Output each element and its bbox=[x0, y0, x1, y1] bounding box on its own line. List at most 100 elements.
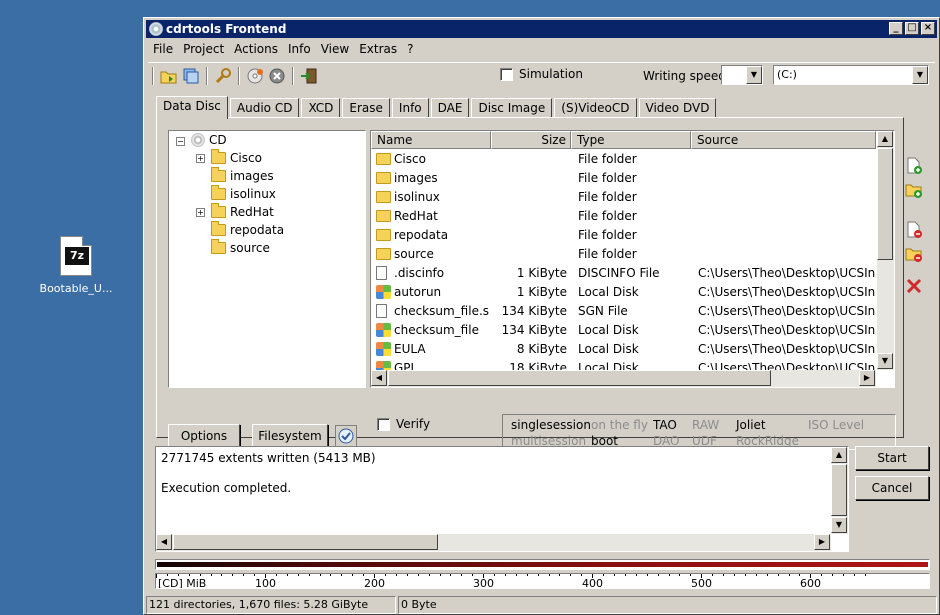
title-bar[interactable]: cdrtools Frontend _ □ × bbox=[146, 20, 937, 38]
scroll-up-icon[interactable]: ▲ bbox=[877, 131, 893, 147]
filesystem-button[interactable]: Filesystem bbox=[252, 424, 328, 448]
tab-erase[interactable]: Erase bbox=[342, 98, 390, 118]
simulation-toggle[interactable]: Simulation bbox=[500, 67, 583, 81]
table-row[interactable]: .discinfo 1 KiByte DISCINFO File C:\Users\T… bbox=[371, 264, 876, 283]
save-project-icon[interactable] bbox=[182, 67, 200, 85]
simulation-checkbox[interactable] bbox=[500, 68, 513, 81]
tab-svideocd[interactable]: (S)VideoCD bbox=[554, 98, 637, 118]
table-row[interactable]: Cisco File folder bbox=[371, 150, 876, 169]
menu-info[interactable]: Info bbox=[283, 40, 316, 58]
menu-view[interactable]: View bbox=[316, 40, 354, 58]
scroll-left-icon[interactable]: ◀ bbox=[371, 370, 387, 386]
scroll-thumb[interactable] bbox=[877, 148, 893, 260]
table-row[interactable]: isolinux File folder bbox=[371, 188, 876, 207]
menu-extras[interactable]: Extras bbox=[354, 40, 402, 58]
output-log[interactable]: 2771745 extents written (5413 MB) Execut… bbox=[155, 446, 849, 552]
scroll-thumb[interactable] bbox=[173, 534, 438, 550]
folder-tree[interactable]: − CD + Cisco images isolinux + RedHat repodata… bbox=[168, 130, 366, 388]
tab-disc-image[interactable]: Disc Image bbox=[471, 98, 553, 118]
cancel-button[interactable]: Cancel bbox=[855, 476, 929, 500]
file-list[interactable]: Name Size Type Source Cisco File folder im… bbox=[370, 130, 895, 388]
drive-select[interactable]: (C:) ▼ bbox=[773, 65, 929, 85]
tab-audio-cd[interactable]: Audio CD bbox=[229, 98, 300, 118]
scroll-down-icon[interactable]: ▼ bbox=[877, 353, 893, 369]
add-file-icon[interactable] bbox=[905, 157, 923, 175]
log-horizontal-scrollbar[interactable]: ◀ ▶ bbox=[156, 534, 831, 551]
writing-speed-select[interactable]: ▼ bbox=[721, 65, 763, 85]
scroll-right-icon[interactable]: ▶ bbox=[859, 370, 875, 386]
minimize-button[interactable]: _ bbox=[889, 22, 903, 35]
write-option[interactable]: Joliet bbox=[736, 418, 766, 432]
menu-project[interactable]: Project bbox=[178, 40, 229, 58]
delete-x-icon[interactable] bbox=[905, 277, 923, 295]
table-row[interactable]: EULA 8 KiByte Local Disk C:\Users\Theo\Desk… bbox=[371, 340, 876, 359]
scroll-up-icon[interactable]: ▲ bbox=[831, 447, 847, 463]
log-vertical-scrollbar[interactable]: ▲ ▼ bbox=[831, 447, 848, 534]
table-row[interactable]: checksum_file 134 KiByte Local Disk C:\User… bbox=[371, 321, 876, 340]
column-header-source[interactable]: Source bbox=[691, 131, 876, 149]
tree-node[interactable]: source bbox=[211, 239, 270, 257]
scroll-down-icon[interactable]: ▼ bbox=[831, 517, 847, 533]
tree-node[interactable]: repodata bbox=[211, 221, 284, 239]
remove-file-icon[interactable] bbox=[905, 221, 923, 239]
desktop-icon-label: Bootable_U... bbox=[39, 282, 113, 295]
file-list-vertical-scrollbar[interactable]: ▲ ▼ bbox=[877, 131, 894, 370]
cancel-circle-icon[interactable] bbox=[268, 67, 286, 85]
maximize-button[interactable]: □ bbox=[905, 22, 919, 35]
scroll-left-icon[interactable]: ◀ bbox=[156, 534, 172, 550]
file-list-horizontal-scrollbar[interactable]: ◀ ▶ bbox=[371, 370, 876, 387]
menu-actions[interactable]: Actions bbox=[229, 40, 283, 58]
chevron-down-icon[interactable]: ▼ bbox=[912, 66, 928, 84]
burn-disc-icon[interactable] bbox=[246, 67, 264, 85]
table-row[interactable]: repodata File folder bbox=[371, 226, 876, 245]
scale-tick bbox=[745, 574, 746, 576]
tree-root[interactable]: CD bbox=[191, 131, 227, 149]
table-row[interactable]: GPL 18 KiByte Local Disk C:\Users\Theo\Desk… bbox=[371, 359, 876, 370]
tree-node[interactable]: images bbox=[211, 167, 274, 185]
verify-toggle[interactable]: Verify bbox=[377, 417, 430, 431]
tab-video-dvd[interactable]: Video DVD bbox=[638, 98, 717, 118]
table-row[interactable]: RedHat File folder bbox=[371, 207, 876, 226]
column-header-type[interactable]: Type bbox=[571, 131, 691, 149]
column-header-size[interactable]: Size bbox=[491, 131, 571, 149]
settings-wrench-icon[interactable] bbox=[214, 67, 232, 85]
expand-node-icon[interactable]: + bbox=[196, 154, 205, 163]
write-option[interactable]: ISO Level bbox=[808, 418, 864, 432]
write-option[interactable]: RAW bbox=[692, 418, 719, 432]
verify-checkbox[interactable] bbox=[377, 418, 390, 431]
expand-node-icon[interactable]: + bbox=[196, 208, 205, 217]
scroll-right-icon[interactable]: ▶ bbox=[814, 534, 830, 550]
column-header-name[interactable]: Name bbox=[371, 131, 491, 149]
write-option[interactable]: TAO bbox=[653, 418, 677, 432]
remove-folder-icon[interactable] bbox=[905, 245, 923, 263]
table-row[interactable]: images File folder bbox=[371, 169, 876, 188]
chevron-down-icon[interactable]: ▼ bbox=[746, 66, 762, 84]
menu-help[interactable]: ? bbox=[402, 40, 418, 58]
checkmark-icon[interactable] bbox=[335, 425, 357, 447]
table-row[interactable]: source File folder bbox=[371, 245, 876, 264]
add-folder-icon[interactable] bbox=[905, 181, 923, 199]
exit-icon[interactable] bbox=[300, 67, 318, 85]
tab-data-disc[interactable]: Data Disc bbox=[156, 96, 228, 119]
desktop-icon-bootable[interactable]: 7z Bootable_U... bbox=[38, 236, 114, 295]
scroll-thumb[interactable] bbox=[388, 370, 771, 386]
start-button[interactable]: Start bbox=[855, 446, 929, 470]
tree-node[interactable]: Cisco bbox=[211, 149, 262, 167]
tab-info[interactable]: Info bbox=[391, 98, 429, 118]
archive-file-icon: 7z bbox=[60, 236, 92, 276]
tree-node[interactable]: isolinux bbox=[211, 185, 276, 203]
tab-dae[interactable]: DAE bbox=[430, 98, 470, 118]
table-row[interactable]: autorun 1 KiByte Local Disk C:\Users\Theo\D… bbox=[371, 283, 876, 302]
scroll-thumb[interactable] bbox=[831, 464, 847, 516]
open-project-icon[interactable] bbox=[160, 67, 178, 85]
close-button[interactable]: × bbox=[921, 22, 935, 35]
write-option[interactable]: on the fly bbox=[591, 418, 648, 432]
menu-file[interactable]: File bbox=[148, 40, 178, 58]
cell-name: GPL bbox=[394, 361, 418, 370]
tab-xcd[interactable]: XCD bbox=[301, 98, 341, 118]
tree-node[interactable]: RedHat bbox=[211, 203, 274, 221]
write-option[interactable]: singlesession bbox=[511, 418, 591, 432]
collapse-root-icon[interactable]: − bbox=[176, 137, 185, 146]
table-row[interactable]: checksum_file.s... 134 KiByte SGN File C:\U… bbox=[371, 302, 876, 321]
options-button[interactable]: Options bbox=[168, 424, 240, 448]
